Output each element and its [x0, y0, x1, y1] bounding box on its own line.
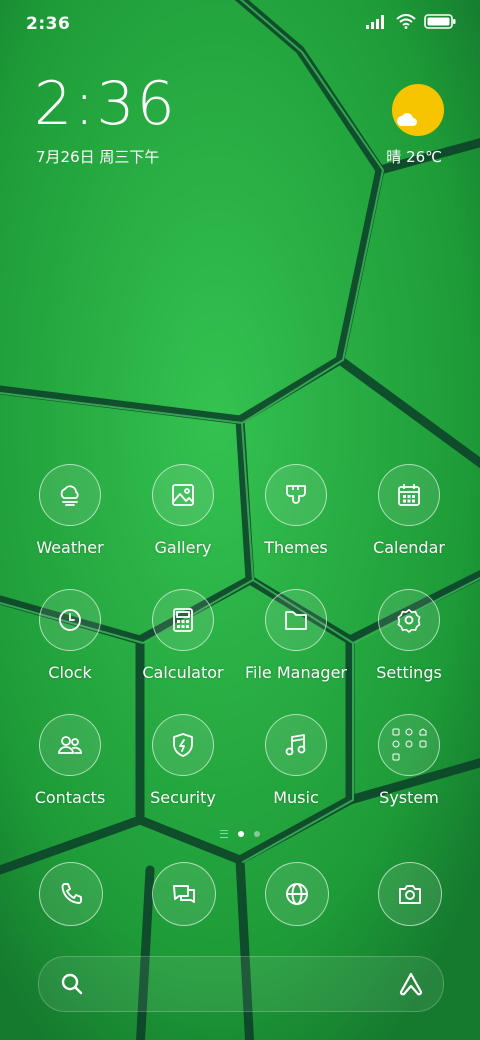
wifi-icon [396, 14, 416, 29]
clock-widget-date: 7月26日 周三下午 [36, 148, 160, 166]
search-bar[interactable] [38, 956, 444, 1012]
app-label: Calendar [373, 538, 445, 557]
folder-icon [265, 589, 327, 651]
music-icon [265, 714, 327, 776]
app-clock[interactable]: Clock [14, 589, 126, 682]
app-music[interactable]: Music [240, 714, 352, 807]
sun-cloud-icon[interactable] [392, 84, 444, 136]
dock-browser[interactable] [265, 862, 329, 926]
app-label: Contacts [34, 788, 106, 807]
messages-icon [173, 885, 195, 903]
app-weather[interactable]: Weather [14, 464, 126, 557]
weather-widget-text: 晴 26℃ [386, 148, 442, 166]
app-label: Security [150, 788, 216, 807]
phone-icon [61, 883, 82, 904]
image-icon [152, 464, 214, 526]
assistant-icon[interactable] [397, 971, 425, 997]
browser-icon [286, 883, 308, 905]
app-calculator[interactable]: Calculator [127, 589, 239, 682]
app-settings[interactable]: Settings [353, 589, 465, 682]
app-gallery[interactable]: Gallery [127, 464, 239, 557]
app-contacts[interactable]: Contacts [14, 714, 126, 807]
clock-icon [39, 589, 101, 651]
dock-messages[interactable] [152, 862, 216, 926]
calculator-icon [152, 589, 214, 651]
shield-icon [152, 714, 214, 776]
page-indicator[interactable] [0, 830, 480, 838]
app-security[interactable]: Security [127, 714, 239, 807]
app-label: Calculator [142, 663, 224, 682]
app-label: File Manager [245, 663, 347, 682]
app-themes[interactable]: Themes [240, 464, 352, 557]
page-dot-active [238, 831, 244, 837]
app-file-manager[interactable]: File Manager [240, 589, 352, 682]
paintbrush-icon [265, 464, 327, 526]
folder-grid-icon [378, 714, 440, 776]
app-label: Gallery [154, 538, 212, 557]
clock-widget-time[interactable]: 2:36 [34, 74, 177, 134]
status-bar-icons [366, 14, 456, 29]
page-indicator-list-icon [220, 830, 228, 838]
dock-phone[interactable] [39, 862, 103, 926]
battery-icon [424, 14, 456, 29]
app-label: Music [273, 788, 319, 807]
app-system-folder[interactable]: System [353, 714, 465, 807]
app-label: System [379, 788, 439, 807]
page-dot [254, 831, 260, 837]
signal-icon [366, 14, 384, 29]
app-label: Weather [36, 538, 104, 557]
search-icon[interactable] [59, 971, 85, 997]
contacts-icon [39, 714, 101, 776]
camera-icon [399, 885, 421, 904]
status-bar-time: 2:36 [26, 14, 71, 34]
calendar-icon [378, 464, 440, 526]
gear-icon [378, 589, 440, 651]
app-label: Themes [264, 538, 328, 557]
dock-camera[interactable] [378, 862, 442, 926]
app-label: Settings [376, 663, 442, 682]
app-label: Clock [48, 663, 92, 682]
cloud-sun-icon [39, 464, 101, 526]
app-calendar[interactable]: Calendar [353, 464, 465, 557]
